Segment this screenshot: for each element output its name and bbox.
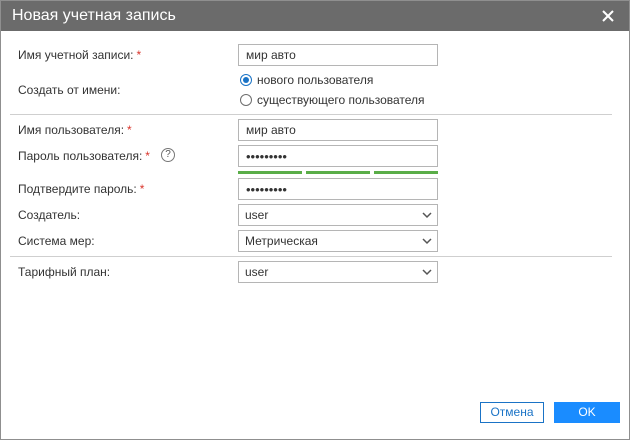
- radio-new-user-label: нового пользователя: [257, 73, 374, 87]
- cancel-button[interactable]: Отмена: [480, 402, 544, 423]
- radio-button-checked[interactable]: [240, 74, 252, 86]
- ok-button[interactable]: OK: [554, 402, 620, 423]
- account-name-input[interactable]: [238, 44, 438, 66]
- confirm-password-label-text: Подтвердите пароль:: [18, 182, 137, 196]
- password-label: Пароль пользователя: *: [18, 149, 150, 163]
- tariff-plan-select-value: user: [245, 265, 269, 279]
- radio-button-unchecked[interactable]: [240, 94, 252, 106]
- dialog-title: Новая учетная запись: [12, 7, 176, 24]
- close-icon[interactable]: [599, 7, 617, 25]
- measure-system-select[interactable]: Метрическая: [238, 230, 438, 252]
- creator-select-value: user: [245, 208, 269, 222]
- create-from-label: Создать от имени:: [18, 83, 121, 97]
- question-circle-icon[interactable]: ?: [161, 148, 175, 162]
- required-mark: *: [136, 48, 142, 62]
- password-strength-segment-3: [374, 171, 438, 174]
- confirm-password-label: Подтвердите пароль: *: [18, 182, 144, 196]
- section-divider: [10, 256, 612, 257]
- tariff-plan-select[interactable]: user: [238, 261, 438, 283]
- creator-label: Создатель:: [18, 208, 81, 222]
- required-mark: *: [139, 182, 145, 196]
- username-label: Имя пользователя: *: [18, 123, 132, 137]
- required-mark: *: [127, 123, 132, 137]
- radio-existing-user-label: существующего пользователя: [257, 93, 425, 107]
- password-input[interactable]: [238, 145, 438, 167]
- measure-system-select-value: Метрическая: [245, 234, 318, 248]
- confirm-password-input[interactable]: [238, 178, 438, 200]
- new-account-dialog: Новая учетная запись Имя учетной записи:…: [0, 0, 630, 440]
- password-label-text: Пароль пользователя:: [18, 149, 143, 163]
- creator-select[interactable]: user: [238, 204, 438, 226]
- username-input[interactable]: [238, 119, 438, 141]
- username-label-text: Имя пользователя:: [18, 123, 125, 137]
- account-name-label-text: Имя учетной записи:: [18, 48, 134, 62]
- tariff-plan-label: Тарифный план:: [18, 265, 111, 279]
- password-strength-segment-1: [238, 171, 302, 174]
- account-name-label: Имя учетной записи: *: [18, 48, 141, 62]
- chevron-down-icon: [422, 237, 432, 245]
- dialog-title-bar: Новая учетная запись: [1, 1, 629, 31]
- required-mark: *: [145, 149, 150, 163]
- chevron-down-icon: [422, 268, 432, 276]
- chevron-down-icon: [422, 211, 432, 219]
- password-strength-segment-2: [306, 171, 370, 174]
- measure-system-label: Система мер:: [18, 234, 95, 248]
- section-divider: [10, 114, 612, 115]
